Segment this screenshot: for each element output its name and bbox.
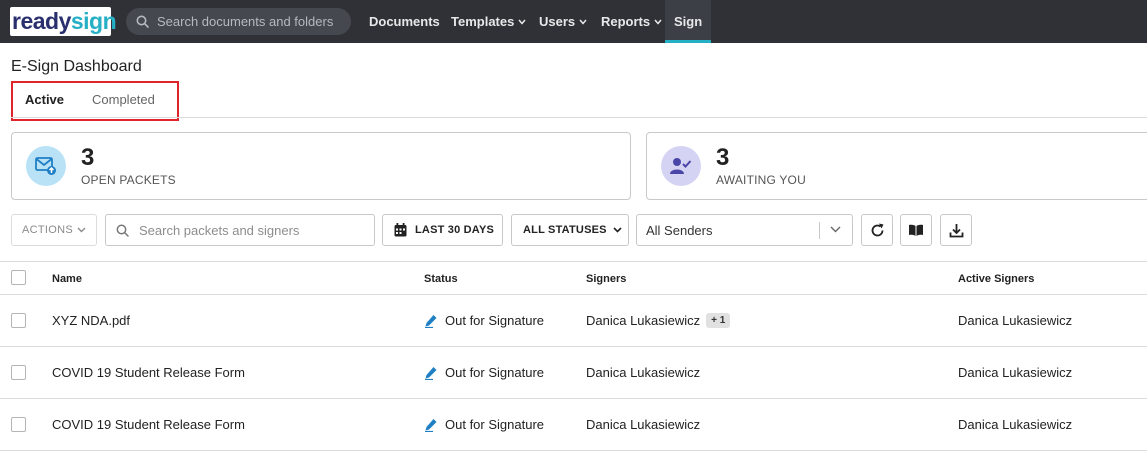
- sender-filter-value: All Senders: [646, 222, 713, 238]
- nav-documents[interactable]: Documents: [369, 0, 440, 43]
- row-checkbox[interactable]: [11, 365, 26, 380]
- search-icon: [136, 15, 149, 28]
- status-text: Out for Signature: [445, 365, 544, 380]
- table-header: Name Status Signers Active Signers: [0, 261, 1147, 295]
- nav-sign-label: Sign: [674, 14, 703, 29]
- chevron-down-icon: [830, 226, 841, 233]
- nav-reports-label: Reports: [601, 14, 651, 29]
- envelope-upload-icon: [26, 146, 66, 186]
- signer-name: Danica Lukasiewicz: [586, 417, 701, 432]
- logo-text-ready: ready: [12, 8, 71, 34]
- packet-signers: Danica Lukasiewicz: [586, 417, 700, 432]
- nav-templates-label: Templates: [451, 14, 515, 29]
- active-signer: Danica Lukasiewicz: [958, 417, 1073, 432]
- open-packets-label: OPEN PACKETS: [81, 173, 176, 187]
- nav-sign[interactable]: Sign: [665, 0, 712, 43]
- column-header-status[interactable]: Status: [424, 273, 458, 285]
- open-packets-count: 3: [81, 144, 95, 171]
- packet-status: Out for Signature: [424, 313, 544, 328]
- actions-label: ACTIONS: [22, 224, 73, 236]
- status-text: Out for Signature: [445, 417, 544, 432]
- nav-users[interactable]: Users: [539, 0, 587, 43]
- calendar-icon: [394, 223, 407, 237]
- nav-documents-label: Documents: [369, 14, 440, 29]
- extra-signers-badge[interactable]: + 1: [706, 313, 731, 328]
- row-checkbox[interactable]: [11, 417, 26, 432]
- packet-status: Out for Signature: [424, 365, 544, 380]
- pen-icon: [425, 314, 437, 328]
- column-header-signers[interactable]: Signers: [586, 273, 626, 285]
- table-row[interactable]: XYZ NDA.pdf Out for Signature Danica Luk…: [0, 295, 1147, 347]
- status-text: Out for Signature: [445, 313, 544, 328]
- global-search[interactable]: [126, 8, 351, 35]
- packet-search-input[interactable]: [139, 222, 364, 238]
- guide-button[interactable]: [900, 214, 932, 246]
- active-signer: Danica Lukasiewicz: [958, 365, 1073, 380]
- column-header-active-signers[interactable]: Active Signers: [958, 273, 1034, 285]
- tab-completed[interactable]: Completed: [92, 92, 155, 107]
- select-divider: [819, 222, 820, 239]
- readysign-logo[interactable]: ready sign: [10, 7, 117, 36]
- status-filter-dropdown[interactable]: ALL STATUSES: [511, 214, 629, 246]
- packet-name[interactable]: COVID 19 Student Release Form: [52, 417, 245, 432]
- date-range-button[interactable]: LAST 30 DAYS: [382, 214, 503, 246]
- column-header-name[interactable]: Name: [52, 273, 82, 285]
- row-checkbox[interactable]: [11, 313, 26, 328]
- pen-icon: [425, 418, 437, 432]
- refresh-button[interactable]: [861, 214, 893, 246]
- tab-active[interactable]: Active: [25, 92, 64, 107]
- logo-text-sign: sign: [70, 8, 117, 34]
- awaiting-you-count: 3: [716, 144, 730, 171]
- download-button[interactable]: [940, 214, 972, 246]
- tabs-divider: [11, 117, 1147, 118]
- packet-name[interactable]: XYZ NDA.pdf: [52, 313, 130, 328]
- select-all-checkbox[interactable]: [11, 270, 26, 285]
- nav-reports[interactable]: Reports: [601, 0, 662, 43]
- page-title: E-Sign Dashboard: [11, 58, 142, 75]
- status-filter-label: ALL STATUSES: [523, 224, 607, 236]
- search-icon: [116, 224, 129, 237]
- packet-name[interactable]: COVID 19 Student Release Form: [52, 365, 245, 380]
- user-check-icon: [661, 146, 701, 186]
- date-range-label: LAST 30 DAYS: [415, 224, 495, 236]
- download-icon: [949, 223, 963, 237]
- open-packets-card[interactable]: 3 OPEN PACKETS: [11, 132, 631, 200]
- signer-name: Danica Lukasiewicz: [586, 313, 701, 328]
- chevron-down-icon: [613, 227, 622, 233]
- active-signer: Danica Lukasiewicz: [958, 313, 1073, 328]
- table-row[interactable]: COVID 19 Student Release Form Out for Si…: [0, 347, 1147, 399]
- awaiting-you-label: AWAITING YOU: [716, 173, 806, 187]
- global-search-input[interactable]: [157, 14, 347, 29]
- chevron-down-icon: [518, 19, 526, 25]
- actions-dropdown[interactable]: ACTIONS: [11, 214, 97, 246]
- table-row[interactable]: COVID 19 Student Release Form Out for Si…: [0, 399, 1147, 451]
- packet-search[interactable]: [105, 214, 375, 246]
- chevron-down-icon: [579, 19, 587, 25]
- chevron-down-icon: [77, 227, 86, 233]
- top-navbar: readysign Documents Templates Users Repo…: [0, 0, 1147, 43]
- nav-users-label: Users: [539, 14, 576, 29]
- awaiting-you-card[interactable]: 3 AWAITING YOU: [646, 132, 1147, 200]
- nav-templates[interactable]: Templates: [451, 0, 526, 43]
- chevron-down-icon: [654, 19, 662, 25]
- open-book-icon: [909, 224, 923, 236]
- refresh-icon: [871, 223, 883, 236]
- sender-filter-select[interactable]: All Senders: [636, 214, 853, 246]
- packet-status: Out for Signature: [424, 417, 544, 432]
- signer-name: Danica Lukasiewicz: [586, 365, 701, 380]
- packet-signers: Danica Lukasiewicz: [586, 365, 700, 380]
- pen-icon: [425, 366, 437, 380]
- packet-signers: Danica Lukasiewicz + 1: [586, 313, 731, 328]
